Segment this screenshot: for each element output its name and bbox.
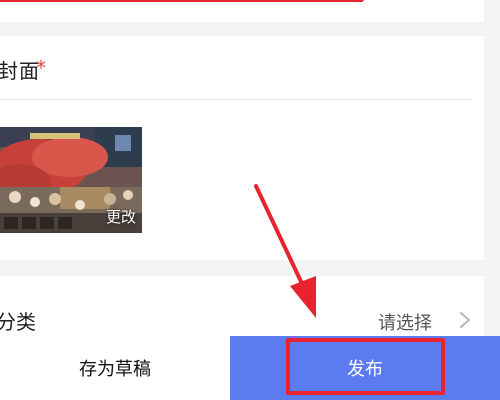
save-draft-label: 存为草稿 <box>79 359 151 380</box>
cover-label: 封面 <box>0 59 40 83</box>
required-mark: * <box>36 56 46 80</box>
chevron-right-icon[interactable] <box>458 311 472 329</box>
category-select[interactable]: 请选择 <box>378 309 432 335</box>
category-label: 分类 <box>0 310 36 334</box>
cover-divider <box>0 99 472 100</box>
top-form-card <box>0 0 484 22</box>
top-highlight-annotation <box>0 0 364 2</box>
cover-thumbnail[interactable]: 更改 <box>0 127 142 233</box>
publish-highlight-annotation <box>286 338 445 395</box>
save-draft-button[interactable]: 存为草稿 <box>0 336 230 400</box>
publish-post-page: 封面 * 更改 分类 请选择 存为草稿 发布 <box>0 0 500 400</box>
change-cover-button[interactable]: 更改 <box>106 206 136 227</box>
